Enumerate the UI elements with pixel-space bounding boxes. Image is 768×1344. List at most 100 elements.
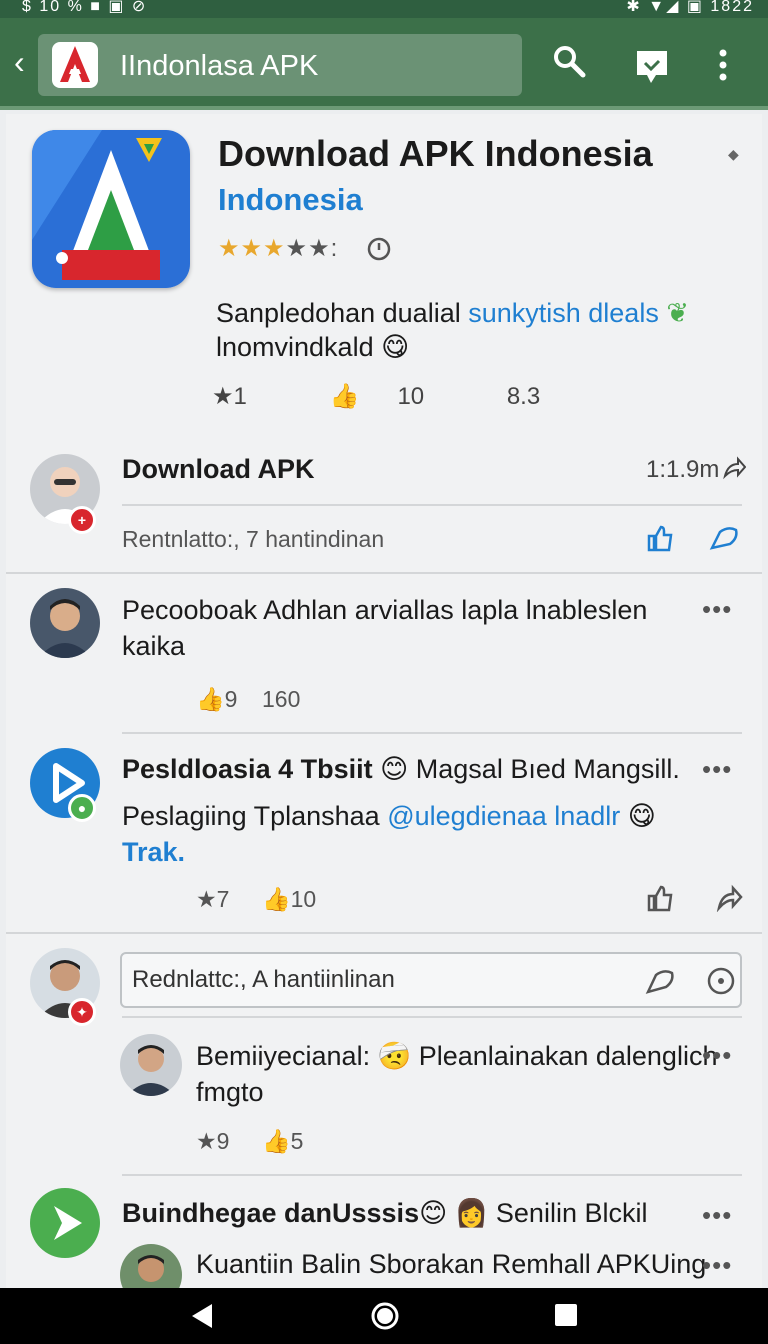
stat-stars: 1 bbox=[233, 383, 247, 410]
back-arrow-icon[interactable]: ‹ bbox=[14, 46, 25, 78]
more-horiz-icon[interactable]: ••• bbox=[702, 754, 732, 785]
reply-text: Bemiiyecianal: 🤕 Pleanlainakan dalenglic… bbox=[196, 1038, 717, 1110]
post-text: Pecooboak Adhlan arviallas lapla lnables… bbox=[122, 595, 648, 661]
star-icon: ★ bbox=[285, 235, 309, 262]
thumb-up-icon[interactable] bbox=[646, 524, 674, 557]
mention-link-tail[interactable]: Trak. bbox=[122, 837, 185, 867]
thumb-up-icon[interactable] bbox=[646, 884, 674, 917]
share-arrow-icon[interactable] bbox=[722, 456, 747, 485]
reply-likes: 👍5 bbox=[262, 1128, 303, 1155]
avatar[interactable] bbox=[30, 1188, 100, 1258]
post-title-text: Buindhegae danUsssis bbox=[122, 1198, 420, 1228]
more-horiz-icon[interactable]: ••• bbox=[702, 1040, 732, 1071]
star-icon: ★ bbox=[218, 235, 241, 262]
stat-likes: 10 bbox=[397, 383, 425, 410]
mention-link[interactable]: @ulegdienaa lnadlr bbox=[387, 801, 620, 831]
status-left: $ 10 % ■ ▣ ⊘ bbox=[22, 0, 148, 15]
star-icon[interactable]: ★ bbox=[196, 1128, 217, 1154]
desc-text-2: lnomvindkald bbox=[216, 332, 374, 362]
divider bbox=[122, 1016, 742, 1018]
post-title[interactable]: Pesldloasia 4 Tbsiit 😊 Magsal Bıed Mangs… bbox=[122, 752, 692, 786]
avatar[interactable] bbox=[120, 1034, 182, 1096]
emoji-icon: 😋 bbox=[627, 801, 656, 831]
app-title-pill[interactable]: IIndonlasa APK bbox=[38, 34, 522, 96]
emoji-icon: 🤕 bbox=[377, 1041, 412, 1071]
star-icon: ★ bbox=[263, 235, 286, 262]
status-bar: $ 10 % ■ ▣ ⊘ ✱ ▼◢ ▣ 1822 bbox=[0, 0, 768, 18]
person-icon: 👩 bbox=[454, 1198, 489, 1228]
thumb-up-icon[interactable]: 👍 bbox=[262, 1128, 291, 1154]
app-logo-icon bbox=[52, 42, 98, 88]
hero-menu-icon[interactable]: ◆ bbox=[728, 146, 739, 163]
likes-count: 10 bbox=[290, 886, 317, 912]
share-icon[interactable] bbox=[716, 884, 744, 917]
clock-icon bbox=[366, 236, 392, 267]
avatar[interactable] bbox=[30, 588, 100, 658]
post-meta: Rentnlatto:, 7 hantindinan bbox=[122, 526, 385, 552]
post-count: 160 bbox=[262, 686, 301, 712]
post-reactions: 👍9 bbox=[196, 686, 237, 713]
app-title: IIndonlasa APK bbox=[120, 50, 319, 82]
badge-icon: ● bbox=[68, 794, 96, 822]
comment-placeholder: Rednlattc:, A hantiinlinan bbox=[132, 966, 395, 993]
star-icon[interactable]: ★ bbox=[196, 886, 217, 912]
more-horiz-icon[interactable]: ••• bbox=[702, 1200, 732, 1231]
emoji-icon: 😊 bbox=[380, 754, 409, 784]
star-icon: ★ bbox=[240, 235, 264, 262]
rating-stars: ★★★★★: bbox=[218, 234, 338, 263]
status-right: ✱ ▼◢ ▣ 1822 bbox=[626, 0, 754, 15]
more-horiz-icon[interactable]: ••• bbox=[702, 1250, 732, 1281]
stat-score: 8.3 bbox=[506, 383, 541, 410]
star-half-icon: ★: bbox=[308, 235, 339, 262]
desc-link[interactable]: sunkytish dleals bbox=[468, 298, 659, 328]
app-bar: ‹ IIndonlasa APK bbox=[0, 18, 768, 110]
more-horiz-icon[interactable]: ••• bbox=[702, 594, 732, 625]
nav-back-icon[interactable] bbox=[190, 1302, 214, 1335]
emoji-icon: 😊 bbox=[419, 1198, 448, 1228]
post-likes: 👍10 bbox=[262, 886, 316, 913]
thumb-up-icon[interactable]: 👍 bbox=[196, 686, 225, 712]
divider bbox=[6, 572, 762, 574]
reply-line2: fmgto bbox=[196, 1077, 264, 1107]
app-region-link[interactable]: Indonesia bbox=[218, 182, 363, 218]
post-text: Peslagiing Tplanshaa @ulegdienaa lnadlr … bbox=[122, 798, 682, 870]
badge-icon: + bbox=[68, 506, 96, 534]
post-stars: ★7 bbox=[196, 886, 229, 913]
reply-title: Bemiiyecianal: bbox=[196, 1041, 371, 1071]
reply-title-rest: Pleanlainakan dalenglich bbox=[418, 1041, 718, 1071]
badge-icon: ✦ bbox=[68, 998, 96, 1026]
system-nav-bar bbox=[0, 1288, 768, 1344]
feed: Download APK Indonesia ◆ Indonesia ★★★★★… bbox=[6, 114, 762, 1288]
divider bbox=[6, 932, 762, 934]
post-time: 1:1.9m bbox=[646, 456, 720, 483]
desc-text: Sanpledohan dualial bbox=[216, 298, 469, 328]
post-title-rest: Magsal Bıed Mangsill. bbox=[415, 754, 680, 784]
post-title[interactable]: Buindhegae danUsssis😊 👩 Senilin Blckil bbox=[122, 1196, 692, 1230]
target-icon[interactable] bbox=[706, 966, 736, 1001]
likes-count: 5 bbox=[290, 1128, 304, 1154]
reply-stars: ★9 bbox=[196, 1128, 229, 1155]
search-icon[interactable] bbox=[552, 44, 586, 83]
stars-count: 7 bbox=[216, 886, 230, 912]
post-title[interactable]: Download APK bbox=[122, 452, 315, 486]
tag-icon[interactable] bbox=[644, 966, 676, 1001]
chat-icon[interactable] bbox=[634, 48, 670, 91]
avatar[interactable] bbox=[120, 1244, 182, 1288]
reaction-count: 9 bbox=[224, 686, 238, 712]
app-icon[interactable] bbox=[32, 130, 190, 288]
post-title-text: Pesldloasia 4 Tbsiit bbox=[122, 754, 373, 784]
tag-icon[interactable] bbox=[708, 524, 740, 557]
leaf-icon: ❦ bbox=[666, 298, 689, 328]
thumb-up-icon: 👍 bbox=[329, 383, 360, 410]
nav-recents-icon[interactable] bbox=[554, 1303, 578, 1332]
comment-input[interactable]: Rednlattc:, A hantiinlinan bbox=[120, 952, 742, 1008]
stars-count: 9 bbox=[216, 1128, 230, 1154]
post-text-body: Peslagiing Tplanshaa bbox=[122, 801, 388, 831]
thumb-up-icon[interactable]: 👍 bbox=[262, 886, 291, 912]
more-vert-icon[interactable] bbox=[716, 48, 730, 87]
hero-stats: ★1 👍 10 8.3 bbox=[212, 382, 578, 411]
divider bbox=[122, 504, 742, 506]
nav-home-icon[interactable] bbox=[370, 1301, 400, 1336]
app-description: Sanpledohan dualial sunkytish dleals ❦ l… bbox=[216, 296, 736, 364]
divider bbox=[122, 732, 742, 734]
